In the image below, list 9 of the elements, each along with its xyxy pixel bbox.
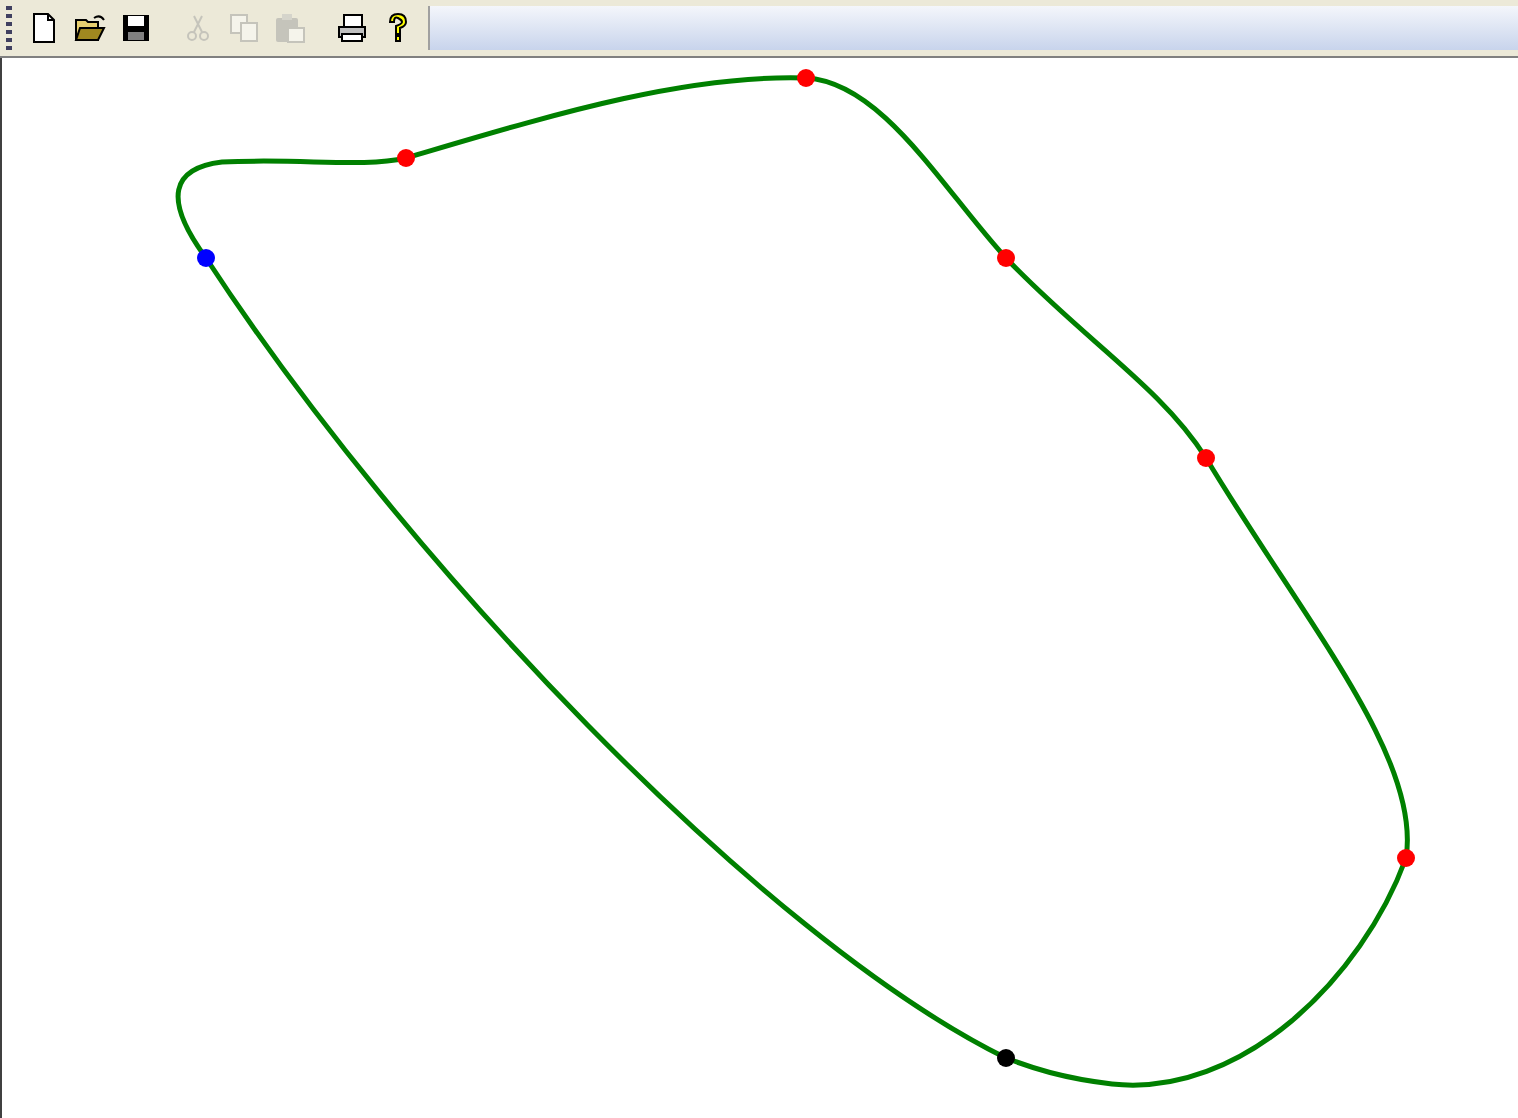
- clipboard-icon: [273, 12, 305, 44]
- control-point[interactable]: [997, 1049, 1015, 1067]
- blank-page-icon: [27, 12, 59, 44]
- toolbar-grip[interactable]: [6, 6, 12, 50]
- printer-icon: [335, 12, 367, 44]
- control-point[interactable]: [197, 249, 215, 267]
- folder-icon: [73, 12, 105, 44]
- scissors-icon: [181, 12, 213, 44]
- copy-icon: [227, 12, 259, 44]
